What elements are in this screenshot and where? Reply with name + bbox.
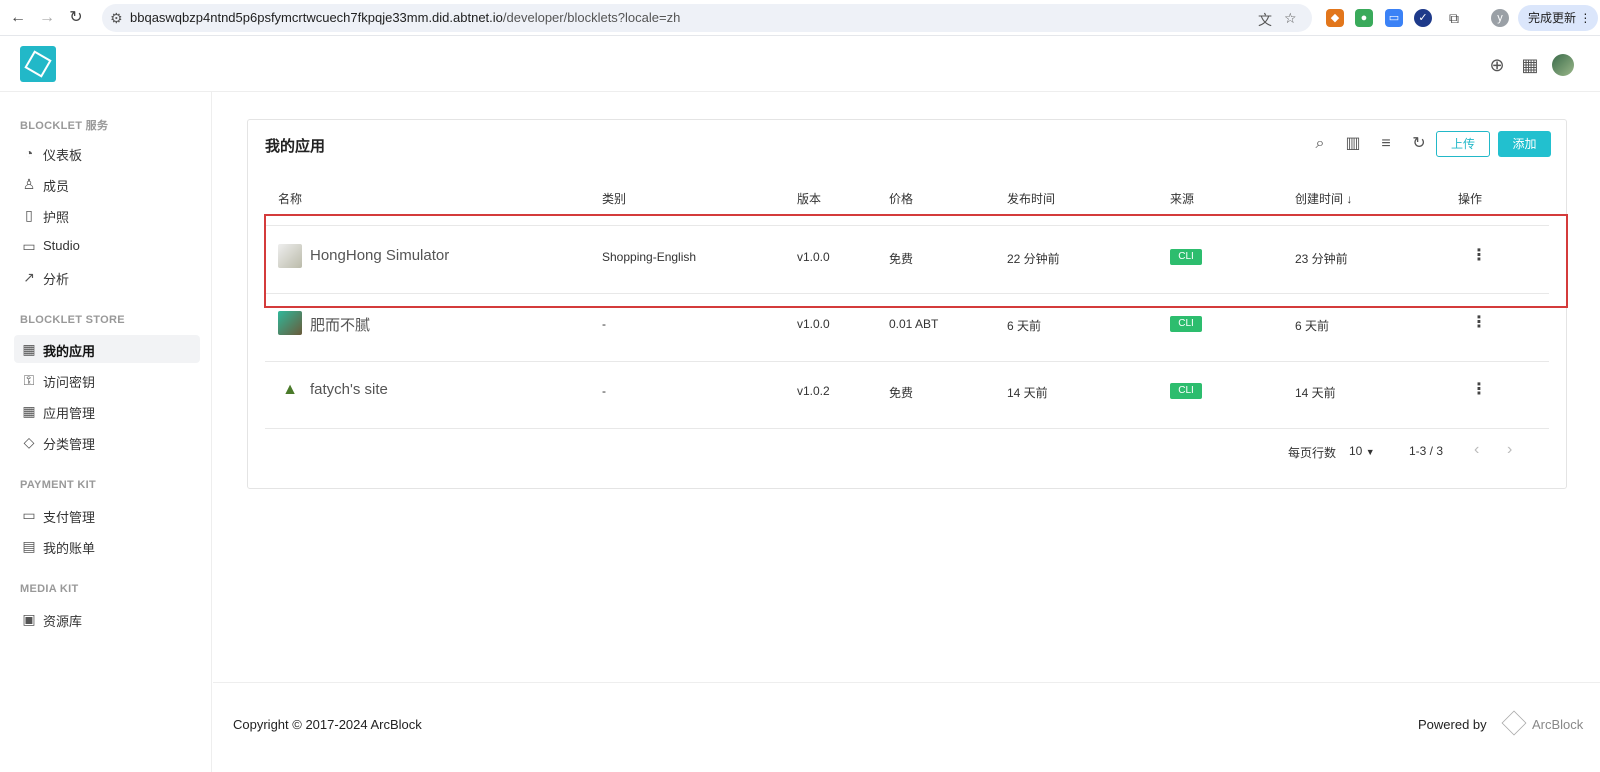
sidebar-item-bills[interactable]: ▤ 我的账单 <box>14 532 200 560</box>
user-icon: ♙ <box>22 176 36 192</box>
refresh-icon[interactable]: ↻ <box>1408 133 1430 155</box>
sidebar-item-passport[interactable]: ▯ 护照 <box>14 201 200 229</box>
app-category: - <box>602 384 606 398</box>
sidebar-item-analytics[interactable]: ↗ 分析 <box>14 263 200 291</box>
user-avatar[interactable] <box>1552 54 1574 76</box>
app-thumbnail: ▲ <box>278 378 302 402</box>
column-header-published[interactable]: 发布时间 <box>1007 190 1055 207</box>
metamask-extension-icon[interactable]: ◆ <box>1326 9 1344 27</box>
columns-icon[interactable]: ▥ <box>1342 133 1364 155</box>
address-bar[interactable]: ⚙ bbqaswqbzp4ntnd5p6psfymcrtwcuech7fkpqj… <box>102 4 1312 32</box>
sidebar-section-title: BLOCKLET 服务 <box>20 120 109 132</box>
source-badge: CLI <box>1170 383 1202 399</box>
column-header-actions: 操作 <box>1458 192 1483 206</box>
filter-icon[interactable]: ≡ <box>1375 133 1397 155</box>
sidebar: BLOCKLET 服务 ◔ 仪表板 ♙ 成员 ▯ 护照 ▭ Studio ↗ 分析 BLO… <box>0 92 212 772</box>
extension-icon[interactable]: ● <box>1355 9 1373 27</box>
row-divider <box>265 361 1549 362</box>
app-name[interactable]: 肥而不腻 <box>310 314 370 335</box>
column-header-name[interactable]: 名称 <box>278 190 302 207</box>
prev-page-icon[interactable]: ‹ <box>1474 441 1479 459</box>
gallery-icon: ▣ <box>22 611 36 627</box>
add-button[interactable]: 添加 <box>1498 131 1551 157</box>
apps-icon: ▦ <box>22 403 36 419</box>
check-extension-icon[interactable]: ✓ <box>1414 9 1432 27</box>
dashboard-icon: ◔ <box>24 145 34 161</box>
site-info-icon[interactable]: ⚙ <box>110 10 123 27</box>
sidebar-section-title: PAYMENT KIT <box>20 479 97 491</box>
copyright-text: Copyright © 2017-2024 ArcBlock <box>233 717 422 732</box>
app-name[interactable]: fatych's site <box>310 381 388 398</box>
sidebar-item-studio[interactable]: ▭ Studio <box>14 232 200 260</box>
rows-per-page-select[interactable]: 10 ▼ <box>1349 444 1375 458</box>
card-icon: ▭ <box>22 507 36 523</box>
sidebar-item-media-library[interactable]: ▣ 资源库 <box>14 605 200 633</box>
globe-icon[interactable]: ⊕ <box>1486 54 1508 76</box>
powered-by-text: Powered by <box>1418 717 1487 732</box>
app-created: 6 天前 <box>1295 319 1330 333</box>
tag-icon: ◇ <box>23 434 35 450</box>
forward-icon[interactable]: → <box>35 6 59 30</box>
apps-grid-icon[interactable]: ▦ <box>1519 54 1541 76</box>
grid-icon: ▦ <box>22 341 36 357</box>
reload-icon[interactable]: ↻ <box>64 6 88 30</box>
column-header-version[interactable]: 版本 <box>797 190 821 207</box>
studio-icon: ▭ <box>22 238 36 254</box>
key-icon: ⚿ <box>23 372 35 388</box>
more-vert-icon[interactable]: ⋮ <box>1471 313 1487 333</box>
bill-icon: ▤ <box>22 538 36 554</box>
browser-toolbar: ← → ↻ ⚙ bbqaswqbzp4ntnd5p6psfymcrtwcuech… <box>0 0 1600 36</box>
back-icon[interactable]: ← <box>6 6 30 30</box>
url-text: bbqaswqbzp4ntnd5p6psfymcrtwcuech7fkpqje3… <box>130 10 681 25</box>
sidebar-item-dashboard[interactable]: ◔ 仪表板 <box>14 139 200 167</box>
next-page-icon[interactable]: › <box>1507 441 1512 459</box>
sidebar-item-access-keys[interactable]: ⚿ 访问密钥 <box>14 366 200 394</box>
app-header: ⊕ ▦ <box>0 37 1600 92</box>
app-price: 0.01 ABT <box>889 317 939 331</box>
sidebar-item-categories[interactable]: ◇ 分类管理 <box>14 428 200 456</box>
column-header-created[interactable]: 创建时间 ↓ <box>1295 190 1352 207</box>
app-created: 14 天前 <box>1295 386 1336 400</box>
sidebar-section-title: MEDIA KIT <box>20 583 79 595</box>
app-logo[interactable] <box>20 46 56 82</box>
rows-per-page-label: 每页行数 <box>1288 446 1337 460</box>
app-version: v1.0.0 <box>797 317 830 331</box>
upload-button[interactable]: 上传 <box>1436 131 1490 157</box>
translate-icon[interactable]: 文 <box>1258 10 1272 30</box>
more-vert-icon[interactable]: ⋮ <box>1471 380 1487 400</box>
source-badge: CLI <box>1170 316 1202 332</box>
app-version: v1.0.2 <box>797 384 830 398</box>
update-button[interactable]: 完成更新 ⋮ <box>1518 5 1598 31</box>
puzzle-icon[interactable]: ⧉ <box>1445 9 1463 27</box>
pagination-range: 1-3 / 3 <box>1409 444 1444 458</box>
app-published: 14 天前 <box>1007 386 1048 400</box>
column-header-source[interactable]: 来源 <box>1170 190 1194 207</box>
app-thumbnail <box>278 311 302 335</box>
page-title: 我的应用 <box>265 138 326 155</box>
brand-name[interactable]: ArcBlock <box>1532 717 1583 732</box>
search-icon[interactable]: ⌕ <box>1309 133 1331 155</box>
column-header-category[interactable]: 类别 <box>602 190 626 207</box>
highlight-box <box>264 214 1568 308</box>
sidebar-item-payments[interactable]: ▭ 支付管理 <box>14 501 200 529</box>
app-published: 6 天前 <box>1007 319 1042 333</box>
app-category: - <box>602 317 606 331</box>
sidebar-section-title: BLOCKLET STORE <box>20 314 125 326</box>
app-price: 免费 <box>889 386 914 400</box>
profile-avatar[interactable]: y <box>1491 9 1509 27</box>
chart-icon: ↗ <box>23 269 35 285</box>
sort-arrow-icon: ↓ <box>1346 192 1353 206</box>
column-header-price[interactable]: 价格 <box>889 190 913 207</box>
caret-down-icon: ▼ <box>1365 447 1375 457</box>
bookmark-star-icon[interactable]: ☆ <box>1284 10 1297 27</box>
sidebar-item-app-management[interactable]: ▦ 应用管理 <box>14 397 200 425</box>
sidebar-item-my-apps[interactable]: ▦ 我的应用 <box>14 335 200 363</box>
row-divider <box>265 428 1549 429</box>
sidebar-item-members[interactable]: ♙ 成员 <box>14 170 200 198</box>
extension-icon[interactable]: ▭ <box>1385 9 1403 27</box>
passport-icon: ▯ <box>25 207 33 223</box>
